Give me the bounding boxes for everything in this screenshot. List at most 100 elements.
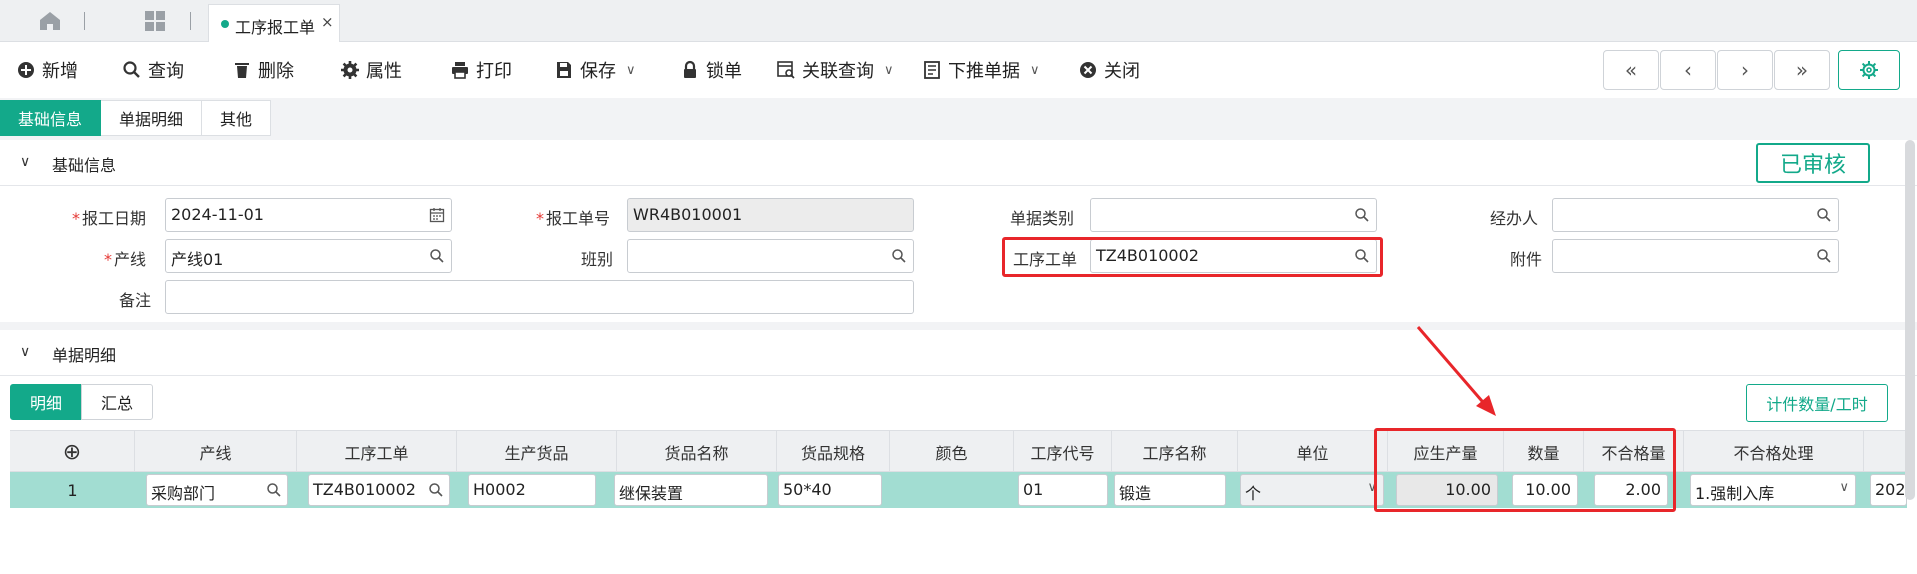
lock-button[interactable]: 锁单 — [680, 56, 742, 84]
tab-basic-info[interactable]: 基础信息 — [0, 100, 102, 136]
collapse-chevron-icon[interactable]: ∨ — [20, 154, 30, 170]
chevron-down-icon[interactable]: ∨ — [626, 63, 636, 78]
print-button[interactable]: 打印 — [450, 56, 512, 84]
column-header[interactable]: 颜色 — [890, 431, 1014, 473]
report-date-field[interactable]: 2024-11-01 — [165, 198, 452, 232]
search-icon[interactable] — [1816, 207, 1832, 223]
vertical-scrollbar[interactable] — [1905, 140, 1915, 500]
printer-icon — [452, 62, 468, 79]
first-record-button[interactable]: « — [1603, 50, 1659, 90]
lock-label: 锁单 — [706, 61, 742, 82]
column-header[interactable]: 工序工单 — [297, 431, 457, 473]
tab-detail-lines[interactable]: 明细 — [10, 384, 82, 420]
save-label: 保存 — [580, 61, 616, 82]
row-unit-select[interactable]: 个 ∨ — [1240, 474, 1384, 506]
window-tab-bar: 工序报工单 × — [0, 0, 1917, 42]
search-icon[interactable] — [428, 482, 444, 498]
save-button[interactable]: 保存 ∨ — [554, 56, 636, 84]
linked-search-icon — [777, 61, 795, 79]
search-icon[interactable] — [891, 248, 907, 264]
row-defect-handling-select[interactable]: 1.强制入库 ∨ — [1690, 474, 1856, 506]
remark-field[interactable] — [165, 280, 914, 314]
trash-icon — [235, 63, 249, 78]
column-header[interactable]: 货品名称 — [617, 431, 777, 473]
tab-separator — [190, 12, 191, 30]
row-product-field[interactable]: H0002 — [468, 474, 596, 506]
tab-document-detail[interactable]: 单据明细 — [101, 100, 203, 136]
plus-circle-icon — [18, 62, 34, 78]
row-spec-field[interactable]: 50*40 — [778, 474, 882, 506]
next-record-button[interactable]: › — [1717, 50, 1773, 90]
search-icon[interactable] — [1354, 207, 1370, 223]
search-icon[interactable] — [429, 248, 445, 264]
calendar-icon[interactable] — [429, 207, 445, 223]
column-header[interactable]: 货品规格 — [777, 431, 890, 473]
delete-button[interactable]: 删除 — [232, 56, 294, 84]
floppy-disk-icon — [557, 62, 571, 78]
query-label: 查询 — [148, 61, 184, 82]
column-header-overflow — [1864, 431, 1907, 473]
tab-other[interactable]: 其他 — [202, 100, 272, 136]
chevron-down-icon[interactable]: ∨ — [1839, 480, 1849, 495]
row-process-name-field[interactable]: 锻造 — [1114, 474, 1226, 506]
doc-type-field[interactable] — [1090, 198, 1377, 232]
row-overflow-field[interactable]: 202 — [1870, 474, 1907, 506]
close-button[interactable]: 关闭 — [1078, 56, 1140, 84]
tab-process-report[interactable]: 工序报工单 × — [208, 4, 340, 42]
gear-icon — [341, 61, 359, 79]
column-header[interactable]: 产线 — [135, 431, 297, 473]
home-icon[interactable] — [36, 9, 64, 33]
search-icon — [123, 61, 140, 78]
doc-type-label: 单据类别 — [1010, 209, 1075, 228]
column-header[interactable]: 工序代号 — [1014, 431, 1112, 473]
basic-info-header[interactable]: ∨ 基础信息 — [0, 140, 1917, 186]
print-label: 打印 — [476, 61, 512, 82]
close-tab-icon[interactable]: × — [321, 13, 334, 31]
column-header[interactable]: 工序名称 — [1112, 431, 1238, 473]
piece-quantity-button[interactable]: 计件数量/工时 — [1746, 384, 1888, 422]
properties-button[interactable]: 属性 — [340, 56, 402, 84]
active-dot-icon — [221, 20, 229, 28]
last-record-button[interactable]: » — [1774, 50, 1830, 90]
attachment-label: 附件 — [1510, 250, 1543, 269]
tab-summary[interactable]: 汇总 — [81, 384, 153, 420]
delete-label: 删除 — [258, 61, 294, 82]
chevron-down-icon[interactable]: ∨ — [1030, 63, 1040, 78]
shift-label: 班别 — [581, 250, 614, 269]
related-query-label: 关联查询 — [802, 61, 874, 82]
row-process-code-field[interactable]: 01 — [1018, 474, 1108, 506]
chevron-down-icon[interactable]: ∨ — [884, 63, 894, 78]
settings-button[interactable] — [1838, 50, 1900, 90]
document-list-icon — [924, 61, 940, 79]
push-down-button[interactable]: 下推单据 ∨ — [922, 56, 1040, 84]
section-title: 基础信息 — [52, 156, 117, 175]
attachment-field[interactable] — [1552, 239, 1839, 273]
row-product-name-field[interactable]: 继保装置 — [614, 474, 768, 506]
query-button[interactable]: 查询 — [122, 56, 184, 84]
column-header[interactable]: 不合格处理 — [1684, 431, 1864, 473]
push-down-label: 下推单据 — [948, 61, 1020, 82]
search-icon[interactable] — [266, 482, 282, 498]
highlight-quantity-columns — [1374, 428, 1676, 512]
section-tabs: 基础信息 单据明细 其他 — [0, 100, 272, 136]
apps-grid-icon[interactable] — [143, 9, 167, 33]
toolbar: 新增 查询 删除 属性 打印 保存 ∨ 锁单 关联查询 ∨ 下推单据 ∨ 关闭 … — [0, 42, 1917, 98]
report-no-field: WR4B010001 — [627, 198, 914, 232]
settings-gear-icon — [1860, 61, 1878, 79]
line-field[interactable]: 产线01 — [165, 239, 452, 273]
handler-field[interactable] — [1552, 198, 1839, 232]
related-query-button[interactable]: 关联查询 ∨ — [776, 56, 894, 84]
row-line-field[interactable]: 采购部门 — [146, 474, 288, 506]
prev-record-button[interactable]: ‹ — [1660, 50, 1716, 90]
close-label: 关闭 — [1104, 61, 1140, 82]
search-icon[interactable] — [1816, 248, 1832, 264]
highlight-process-order — [1002, 237, 1383, 277]
add-button[interactable]: 新增 — [16, 56, 78, 84]
row-process-order-field[interactable]: TZ4B010002 — [308, 474, 450, 506]
column-header[interactable]: 生产货品 — [457, 431, 617, 473]
shift-field[interactable] — [627, 239, 914, 273]
column-header[interactable]: 单位 — [1238, 431, 1388, 473]
collapse-chevron-icon[interactable]: ∨ — [20, 344, 30, 360]
document-detail-header[interactable]: ∨ 单据明细 — [0, 330, 1917, 376]
add-row-icon[interactable]: ⊕ — [10, 431, 135, 473]
